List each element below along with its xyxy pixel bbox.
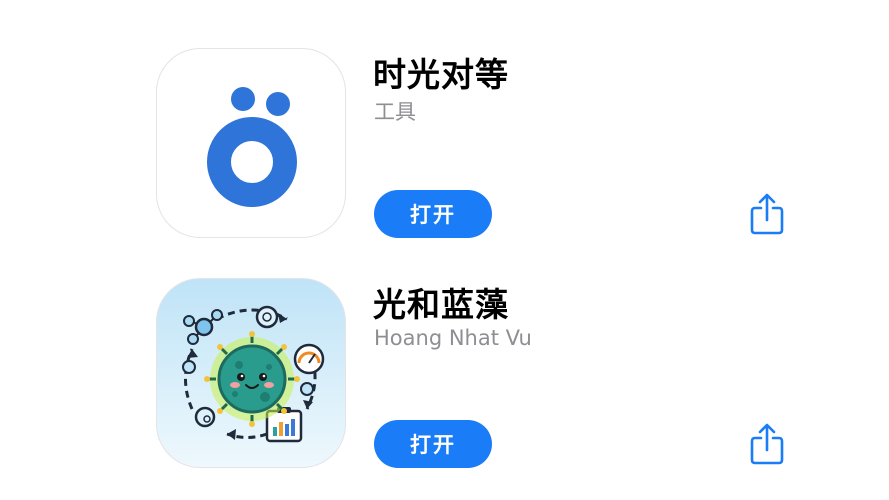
app-listing-2[interactable]: 光和蓝藻 Hoang Nhat Vu 打开	[0, 230, 889, 468]
app-subtitle: Hoang Nhat Vu	[374, 326, 532, 350]
app-listing-1[interactable]: 时光对等 工具 打开	[0, 0, 889, 238]
app-name[interactable]: 时光对等	[373, 48, 509, 96]
app-name[interactable]: 光和蓝藻	[373, 278, 509, 326]
app-icon-guanghe-lanzao[interactable]	[156, 278, 346, 468]
share-icon	[750, 423, 784, 465]
cyanobacteria-cycle-icon	[182, 305, 325, 443]
blue-o-with-dots-icon	[207, 87, 297, 207]
app-subtitle: 工具	[374, 100, 416, 124]
app-icon-shiguang-duideng[interactable]	[156, 48, 346, 238]
open-button[interactable]: 打开	[374, 420, 492, 468]
share-button[interactable]	[748, 422, 786, 466]
